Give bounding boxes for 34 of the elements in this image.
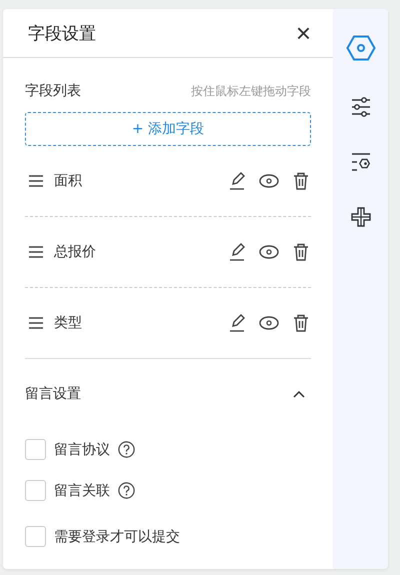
drag-handle-icon[interactable] [28, 246, 44, 258]
delete-icon[interactable] [293, 314, 309, 332]
hint-text: 按住鼠标左键拖动字段 [191, 82, 311, 100]
collapse-chevron-icon[interactable] [293, 390, 305, 398]
panel-title: 字段设置 [28, 22, 96, 44]
delete-icon[interactable] [293, 243, 309, 261]
help-icon[interactable] [118, 482, 135, 499]
option-label: 留言协议 [54, 440, 110, 458]
checkbox[interactable] [25, 480, 46, 501]
drag-handle-icon[interactable] [28, 317, 44, 329]
add-field-button[interactable]: + 添加字段 [25, 112, 311, 146]
list-gear-icon[interactable] [350, 153, 370, 171]
hexagon-icon[interactable] [346, 35, 376, 61]
section-title: 留言设置 [25, 385, 81, 403]
eye-icon[interactable] [259, 316, 279, 330]
eye-icon[interactable] [259, 245, 279, 259]
checkbox[interactable] [25, 439, 46, 460]
field-name: 总报价 [54, 243, 97, 261]
section-label: 字段列表 [25, 82, 81, 100]
field-name: 类型 [54, 314, 83, 332]
close-button[interactable]: × [296, 20, 311, 46]
checkbox[interactable] [25, 526, 46, 547]
eye-icon[interactable] [259, 174, 279, 188]
help-icon[interactable] [118, 441, 135, 458]
sliders-icon[interactable] [350, 97, 370, 117]
option-label: 需要登录才可以提交 [54, 528, 180, 546]
drag-handle-icon[interactable] [28, 175, 44, 187]
edit-icon[interactable] [229, 243, 245, 261]
edit-icon[interactable] [229, 314, 245, 332]
field-name: 面积 [54, 172, 83, 190]
option-label: 留言关联 [54, 482, 110, 500]
cross-icon[interactable] [350, 207, 370, 227]
delete-icon[interactable] [293, 172, 309, 190]
edit-icon[interactable] [229, 172, 245, 190]
